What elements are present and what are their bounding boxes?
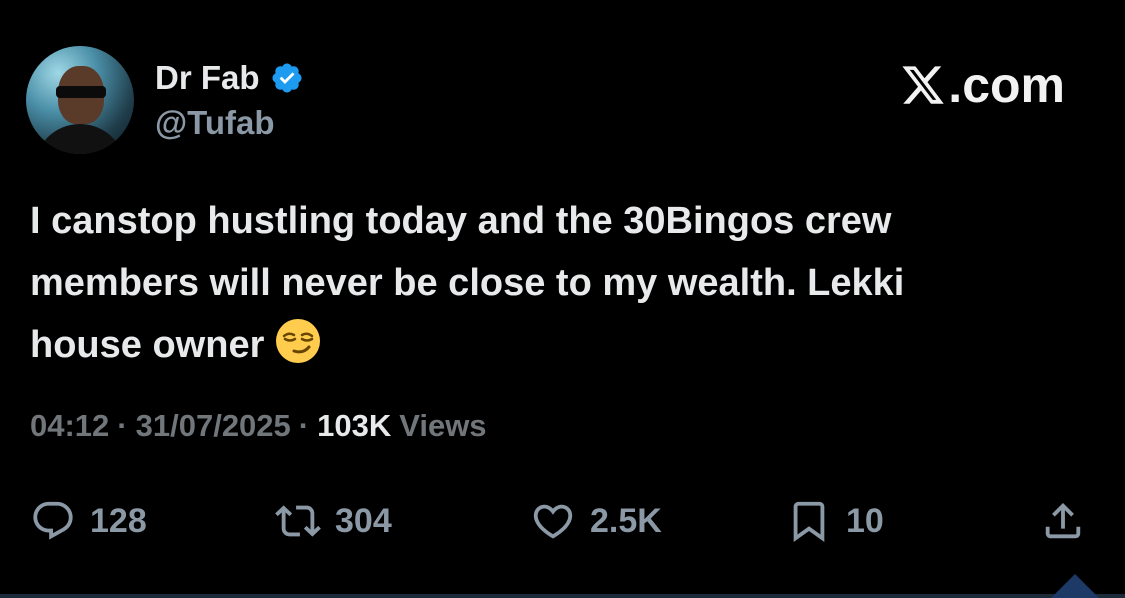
bookmark-button[interactable]: 10 <box>786 495 884 547</box>
avatar-sunglasses <box>56 86 106 98</box>
share-button[interactable] <box>1040 495 1086 547</box>
action-bar: 128 304 2.5K 10 <box>30 495 1095 547</box>
tweet-time[interactable]: 04:12 <box>30 408 109 444</box>
views-label: Views <box>399 408 487 443</box>
reply-icon <box>33 501 73 540</box>
author-avatar[interactable] <box>26 46 134 154</box>
bookmark-icon <box>793 501 825 542</box>
like-count: 2.5K <box>590 501 662 540</box>
repost-icon <box>275 505 321 537</box>
tweet-line-1: I canstop hustling today and the 30Bingo… <box>30 200 892 242</box>
bottom-divider <box>0 594 1125 598</box>
like-button[interactable]: 2.5K <box>530 495 662 547</box>
avatar-figure-body <box>34 124 126 154</box>
x-com-watermark: .com <box>900 56 1065 114</box>
author-display-name[interactable]: Dr Fab <box>155 59 260 97</box>
scroll-indicator-arrow <box>1051 574 1099 598</box>
tweet-text: I canstop hustling today and the 30Bingo… <box>30 190 1090 376</box>
tweet-date[interactable]: 31/07/2025 <box>136 408 291 444</box>
tweet-line-3-text: house owner <box>30 324 265 366</box>
bookmark-count: 10 <box>846 501 884 540</box>
tweet-meta: 04:12 · 31/07/2025 · 103K Views <box>30 408 487 444</box>
like-icon <box>533 504 573 539</box>
meta-separator: · <box>117 408 128 443</box>
tweet-line-2: members will never be close to my wealth… <box>30 262 905 304</box>
views-count: 103K <box>317 408 392 443</box>
repost-count: 304 <box>335 501 392 540</box>
share-icon <box>1045 502 1081 539</box>
verified-badge-icon <box>271 63 302 93</box>
x-logo-icon <box>902 66 945 104</box>
tweet-line-3: house owner <box>30 314 1090 376</box>
repost-button[interactable]: 304 <box>275 495 392 547</box>
meta-separator: · <box>298 408 310 443</box>
x-com-domain: .com <box>948 57 1065 113</box>
smirk-emoji-icon <box>276 319 321 363</box>
author-handle[interactable]: @Tufab <box>155 104 275 142</box>
author-name-row: Dr Fab <box>155 58 304 98</box>
reply-count: 128 <box>90 501 147 540</box>
reply-button[interactable]: 128 <box>30 495 147 547</box>
